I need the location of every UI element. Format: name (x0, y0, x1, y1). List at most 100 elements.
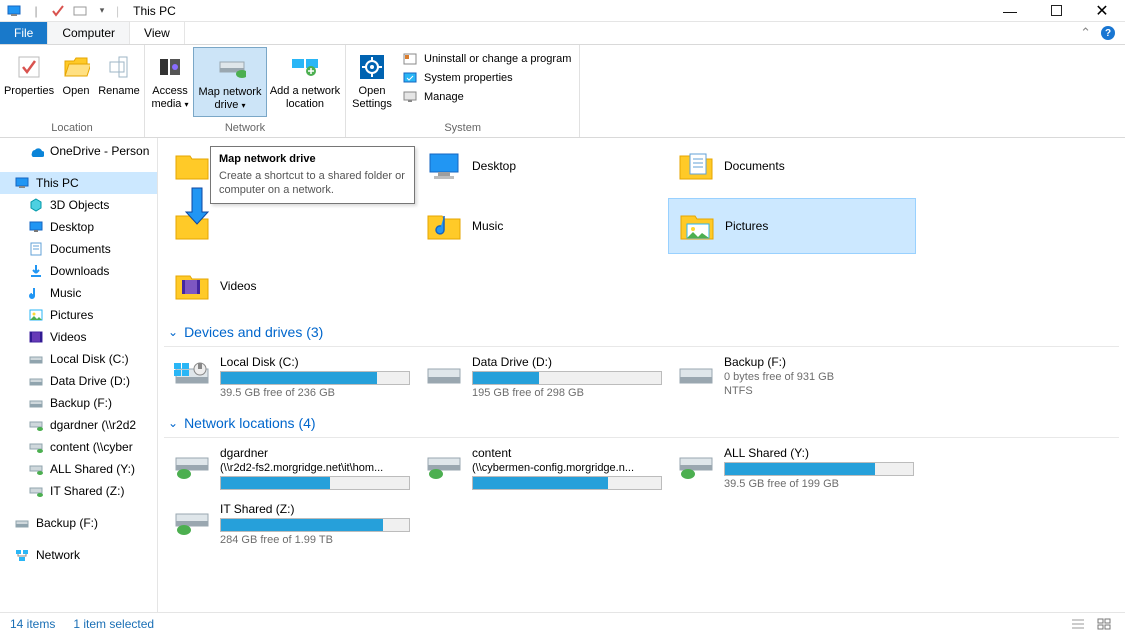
ribbon-group-system: Open Settings Uninstall or change a prog… (346, 45, 580, 137)
capacity-bar (220, 371, 410, 385)
window-title: This PC (133, 4, 176, 18)
settings-gear-icon (356, 51, 388, 83)
chevron-down-icon: ⌄ (168, 325, 178, 339)
content-pane[interactable]: DesktopDocumentsMusicPictures Videos ⌄ De… (158, 138, 1125, 612)
manage-icon (402, 89, 418, 105)
onedrive-icon (28, 143, 44, 159)
music-icon (28, 285, 44, 301)
capacity-bar (472, 371, 662, 385)
map-network-drive-button[interactable]: Map network drive ▾ (193, 47, 267, 117)
ribbon: Properties Open Rename Location Access m… (0, 45, 1125, 138)
rename-button[interactable]: Rename (96, 47, 142, 102)
drive-data-drive-d-[interactable]: Data Drive (D:)195 GB free of 298 GB (416, 351, 664, 403)
maximize-button[interactable] (1033, 0, 1079, 22)
windisk-icon (172, 355, 212, 395)
qat-dropdown-icon[interactable]: ▾ (94, 3, 110, 19)
nav-item-all-shared-y-[interactable]: ALL Shared (Y:) (0, 458, 157, 480)
drive-all-shared-y-[interactable]: ALL Shared (Y:)39.5 GB free of 199 GB (668, 442, 916, 494)
capacity-bar (220, 518, 410, 532)
view-large-icons-button[interactable] (1093, 615, 1115, 633)
nav-item-this-pc[interactable]: This PC (0, 172, 157, 194)
nav-item-network[interactable]: Network (0, 544, 157, 566)
folder-pictures[interactable]: Pictures (668, 198, 916, 254)
map-network-drive-icon (214, 52, 246, 84)
status-bar: 14 items 1 item selected (0, 612, 1125, 634)
uninstall-icon (402, 51, 418, 67)
nav-item-onedrive-person[interactable]: OneDrive - Person (0, 140, 157, 162)
title-bar: | ▾ | This PC — ✕ (0, 0, 1125, 22)
nav-item-pictures[interactable]: Pictures (0, 304, 157, 326)
nav-item-desktop[interactable]: Desktop (0, 216, 157, 238)
uninstall-program-button[interactable]: Uninstall or change a program (402, 51, 571, 67)
tab-computer[interactable]: Computer (48, 22, 130, 44)
nav-item-3d-objects[interactable]: 3D Objects (0, 194, 157, 216)
minimize-button[interactable]: — (987, 0, 1033, 22)
folder-desktop[interactable]: Desktop (416, 138, 664, 194)
folder-documents[interactable]: Documents (668, 138, 916, 194)
add-network-location-button[interactable]: Add a network location (267, 47, 343, 115)
open-button[interactable]: Open (56, 47, 96, 102)
netdrive-icon (28, 483, 44, 499)
system-properties-button[interactable]: System properties (402, 70, 571, 86)
desktop-icon (424, 146, 464, 186)
folder-videos[interactable]: Videos (164, 258, 412, 314)
netdrive-icon (676, 446, 716, 486)
manage-button[interactable]: Manage (402, 89, 571, 105)
ribbon-tabs: File Computer View ⌃ ? (0, 22, 1125, 45)
access-media-icon (154, 51, 186, 83)
section-network-locations[interactable]: ⌄ Network locations (4) (164, 409, 1119, 438)
open-settings-button[interactable]: Open Settings (348, 47, 396, 115)
nav-item-backup-f-[interactable]: Backup (F:) (0, 392, 157, 414)
divider-icon: | (28, 3, 44, 19)
tab-file[interactable]: File (0, 22, 48, 44)
nav-item-documents[interactable]: Documents (0, 238, 157, 260)
open-folder-icon (60, 51, 92, 83)
nav-item-backup-f-[interactable]: Backup (F:) (0, 512, 157, 534)
nav-item-downloads[interactable]: Downloads (0, 260, 157, 282)
netdrive-icon (424, 446, 464, 486)
drive-local-disk-c-[interactable]: Local Disk (C:)39.5 GB free of 236 GB (164, 351, 412, 403)
netdrive-icon (172, 502, 212, 542)
system-properties-icon (402, 70, 418, 86)
qat-newfolder-icon[interactable] (72, 3, 88, 19)
netdrive-icon (28, 439, 44, 455)
nav-item-local-disk-c-[interactable]: Local Disk (C:) (0, 348, 157, 370)
close-button[interactable]: ✕ (1079, 0, 1125, 22)
nav-item-videos[interactable]: Videos (0, 326, 157, 348)
help-icon[interactable]: ? (1101, 26, 1115, 40)
drive-it-shared-z-[interactable]: IT Shared (Z:)284 GB free of 1.99 TB (164, 498, 412, 550)
qat-properties-icon[interactable] (50, 3, 66, 19)
navigation-pane[interactable]: OneDrive - Person This PC3D ObjectsDeskto… (0, 138, 158, 612)
capacity-bar (220, 476, 410, 490)
app-icon (6, 3, 22, 19)
minimize-ribbon-icon[interactable]: ⌃ (1080, 25, 1091, 41)
nav-item-music[interactable]: Music (0, 282, 157, 304)
docs-icon (676, 146, 716, 186)
drive-dgardner[interactable]: dgardner(\\r2d2-fs2.morgridge.net\it\hom… (164, 442, 412, 494)
netdrive-icon (28, 461, 44, 477)
status-selected-count: 1 item selected (73, 617, 154, 631)
nav-item-it-shared-z-[interactable]: IT Shared (Z:) (0, 480, 157, 502)
nav-item-content-cyber[interactable]: content (\\cyber (0, 436, 157, 458)
view-details-button[interactable] (1067, 615, 1089, 633)
drive-content[interactable]: content(\\cybermen-config.morgridge.n... (416, 442, 664, 494)
videos-icon (28, 329, 44, 345)
docs-icon (28, 241, 44, 257)
network-icon (14, 547, 30, 563)
folder-music[interactable]: Music (416, 198, 664, 254)
downloads-icon (28, 263, 44, 279)
pc-icon (14, 175, 30, 191)
disk-icon (28, 395, 44, 411)
nav-item-dgardner-r2d2[interactable]: dgardner (\\r2d2 (0, 414, 157, 436)
ribbon-group-location: Properties Open Rename Location (0, 45, 145, 137)
properties-button[interactable]: Properties (2, 47, 56, 102)
netdrive-icon (172, 446, 212, 486)
status-item-count: 14 items (10, 617, 55, 631)
properties-icon (13, 51, 45, 83)
section-devices-drives[interactable]: ⌄ Devices and drives (3) (164, 318, 1119, 347)
nav-item-data-drive-d-[interactable]: Data Drive (D:) (0, 370, 157, 392)
drive-backup-f-[interactable]: Backup (F:)0 bytes free of 931 GBNTFS (668, 351, 916, 403)
disk-icon (28, 373, 44, 389)
access-media-button[interactable]: Access media ▾ (147, 47, 193, 115)
tab-view[interactable]: View (130, 22, 185, 44)
